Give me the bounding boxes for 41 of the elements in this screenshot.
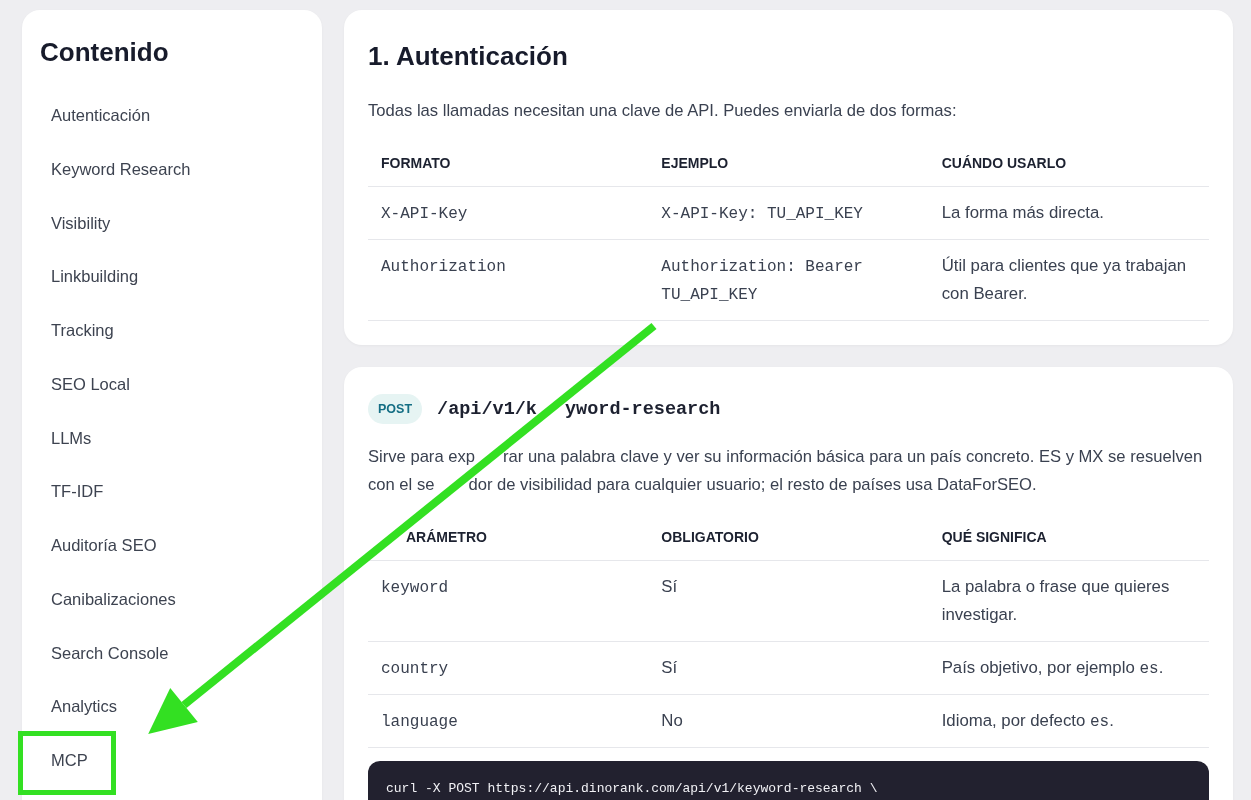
- sidebar-item[interactable]: Canibalizaciones: [40, 572, 304, 627]
- table-cell: Authorization: [368, 239, 649, 321]
- sidebar-item[interactable]: Linkbuilding: [40, 250, 304, 304]
- table-cell: Idioma, por defecto es.: [928, 694, 1209, 748]
- table-cell: language: [368, 694, 649, 748]
- section-description: Todas las llamadas necesitan una clave de API. Puedes enviarla de dos formas:: [368, 100, 958, 122]
- section-heading: 1. Autenticación: [368, 40, 569, 72]
- sidebar-item[interactable]: SEO Local: [40, 357, 304, 412]
- column-header: EJEMPLO: [648, 140, 929, 187]
- sidebar-item[interactable]: MCP: [40, 734, 304, 788]
- table-cell: Sí: [648, 560, 929, 642]
- sidebar-item[interactable]: Keyword Research: [40, 142, 304, 197]
- table-cell: keyword: [368, 560, 649, 642]
- table-cell: X-API-Key: [368, 186, 649, 240]
- table-cell: Authorization: Bearer TU_API_KEY: [648, 239, 929, 321]
- sidebar-item[interactable]: Autenticación: [40, 89, 304, 143]
- endpoint-path: /api/v1/k yword-research: [437, 398, 721, 420]
- table-cell: Útil para clientes que ya trabajan con Bearer.: [928, 239, 1209, 321]
- sidebar-item[interactable]: Visibility: [40, 196, 304, 251]
- sidebar-item[interactable]: Search Console: [40, 626, 304, 681]
- column-header: ARÁMETRO: [368, 514, 649, 561]
- table-cell: País objetivo, por ejemplo es.: [928, 641, 1209, 695]
- sidebar-title: Contenido: [40, 36, 170, 68]
- table-cell: X-API-Key: TU_API_KEY: [648, 186, 929, 240]
- column-header: QUÉ SIGNIFICA: [928, 514, 1209, 561]
- section-description: Sirve para exp rar una palabra clave y ver su información básica para un país concreto. ES y MX se resuelven con el se dor de visibilidad para cualquier usuario; el resto de países usa DataForSEO.: [368, 446, 1204, 496]
- column-header: OBLIGATORIO: [648, 514, 929, 561]
- column-header: CUÁNDO USARLO: [928, 140, 1209, 187]
- column-header: FORMATO: [368, 140, 649, 187]
- sidebar-item[interactable]: Analytics: [40, 680, 304, 734]
- code-line: curl -X POST https://api.dinorank.com/api/v1/keyword-research \: [386, 780, 879, 798]
- sidebar-item[interactable]: Auditoría SEO: [40, 519, 304, 573]
- sidebar-item[interactable]: LLMs: [40, 411, 304, 466]
- table-cell: La palabra o frase que quieres investigar.: [928, 560, 1209, 642]
- sidebar-item[interactable]: Tracking: [40, 304, 304, 358]
- method-badge: POST: [368, 394, 423, 424]
- table-cell: No: [648, 694, 929, 748]
- table-cell: La forma más directa.: [928, 186, 1209, 240]
- table-cell: country: [368, 641, 649, 695]
- sidebar-item[interactable]: TF-IDF: [40, 465, 304, 519]
- table-cell: Sí: [648, 641, 929, 695]
